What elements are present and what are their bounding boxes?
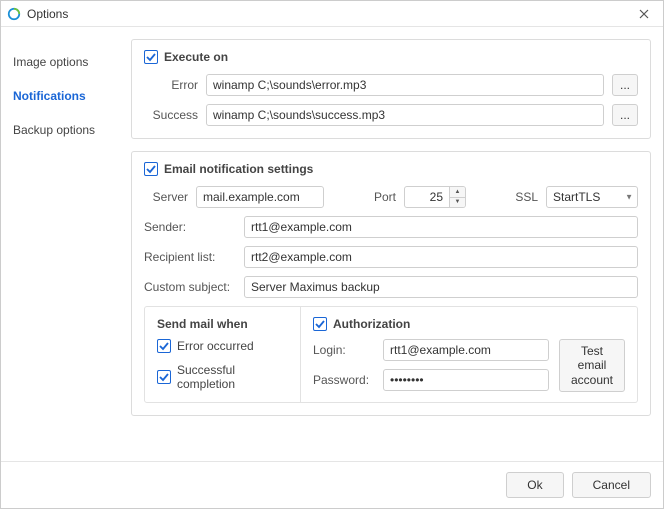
test-email-account-button[interactable]: Test email account — [559, 339, 625, 392]
sidebar-item-notifications[interactable]: Notifications — [1, 79, 131, 113]
recipient-label: Recipient list: — [144, 250, 236, 264]
sidebar: Image options Notifications Backup optio… — [1, 27, 131, 461]
sender-input[interactable] — [244, 216, 638, 238]
exec-success-label: Success — [144, 108, 198, 122]
password-label: Password: — [313, 373, 375, 387]
email-settings-group: Email notification settings Server Port … — [131, 151, 651, 416]
dialog-footer: Ok Cancel — [1, 461, 663, 508]
send-mail-when-title: Send mail when — [157, 317, 288, 331]
ssl-label: SSL — [494, 190, 538, 204]
exec-success-input[interactable] — [206, 104, 604, 126]
authorization-group: Authorization Login: Password: — [301, 306, 638, 403]
sidebar-item-label: Backup options — [13, 123, 95, 137]
ssl-select-value: StartTLS — [553, 190, 600, 204]
error-occurred-checkbox[interactable] — [157, 339, 171, 353]
exec-error-browse-button[interactable]: ... — [612, 74, 638, 96]
sidebar-item-image-options[interactable]: Image options — [1, 45, 131, 79]
port-stepper[interactable]: ▲ ▼ — [450, 186, 466, 208]
chevron-down-icon: ▼ — [625, 193, 633, 202]
successful-completion-label: Successful completion — [177, 363, 288, 391]
sidebar-item-label: Image options — [13, 55, 88, 69]
execute-on-group: Execute on Error ... Success ... — [131, 39, 651, 139]
execute-on-title: Execute on — [164, 50, 228, 64]
port-input[interactable] — [404, 186, 450, 208]
ok-button[interactable]: Ok — [506, 472, 563, 498]
app-icon — [7, 7, 21, 21]
recipient-input[interactable] — [244, 246, 638, 268]
server-label: Server — [144, 190, 188, 204]
window-title: Options — [27, 7, 68, 21]
email-settings-title: Email notification settings — [164, 162, 313, 176]
titlebar: Options — [1, 1, 663, 27]
sender-label: Sender: — [144, 220, 236, 234]
port-step-down[interactable]: ▼ — [450, 198, 465, 208]
sidebar-item-backup-options[interactable]: Backup options — [1, 113, 131, 147]
close-button[interactable] — [631, 1, 657, 27]
password-input[interactable] — [383, 369, 549, 391]
login-input[interactable] — [383, 339, 549, 361]
error-occurred-label: Error occurred — [177, 339, 254, 353]
server-input[interactable] — [196, 186, 324, 208]
authorization-title: Authorization — [333, 317, 410, 331]
port-label: Port — [352, 190, 396, 204]
port-step-up[interactable]: ▲ — [450, 187, 465, 198]
ssl-select[interactable]: StartTLS ▼ — [546, 186, 638, 208]
sidebar-item-label: Notifications — [13, 89, 86, 103]
subject-label: Custom subject: — [144, 280, 236, 294]
cancel-button[interactable]: Cancel — [572, 472, 651, 498]
main-panel: Execute on Error ... Success ... Email n… — [131, 27, 663, 461]
exec-error-label: Error — [144, 78, 198, 92]
successful-completion-checkbox[interactable] — [157, 370, 171, 384]
execute-on-checkbox[interactable] — [144, 50, 158, 64]
exec-success-browse-button[interactable]: ... — [612, 104, 638, 126]
authorization-checkbox[interactable] — [313, 317, 327, 331]
send-mail-when-group: Send mail when Error occurred Successful… — [144, 306, 301, 403]
exec-error-input[interactable] — [206, 74, 604, 96]
email-settings-checkbox[interactable] — [144, 162, 158, 176]
login-label: Login: — [313, 343, 375, 357]
subject-input[interactable] — [244, 276, 638, 298]
